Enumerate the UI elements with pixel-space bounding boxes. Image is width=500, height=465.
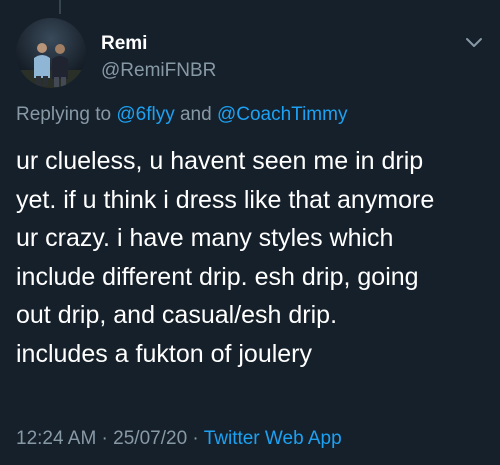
tweet-menu-button[interactable] [462,30,486,54]
tweet-text-line: ur crazy. i have many styles which [16,224,394,252]
avatar[interactable] [16,18,86,88]
tweet-text-line: yet. if u think i dress like that anymor… [16,185,435,214]
tweet-date[interactable]: 25/07/20 [113,428,187,449]
author-handle[interactable]: @RemiFNBR [101,60,216,82]
tweet-metadata: 12:24 AM · 25/07/20 · Twitter Web App [16,428,342,450]
tweet-text-line: includes a fukton of joulery [16,339,313,368]
tweet-text: ur clueless, u havent seen me in drip ye… [16,142,496,373]
tweet-source-link[interactable]: Twitter Web App [204,428,342,449]
mention-link-6flyy[interactable]: @6flyy [116,104,174,125]
meta-separator: · [96,428,114,449]
chevron-down-icon [466,38,482,47]
tweet-time[interactable]: 12:24 AM [16,428,96,449]
meta-separator: · [187,428,204,449]
tweet-text-line: include different drip. esh drip, going [16,262,419,291]
mention-link-coachtimmy[interactable]: @CoachTimmy [217,104,348,125]
replying-to-prefix: Replying to [16,104,117,125]
replying-to: Replying to @6flyy and @CoachTimmy [16,104,347,126]
thread-connector-line [59,0,61,14]
profile-photo-icon [16,18,86,88]
tweet-text-line: out drip, and casual/esh drip. [16,301,338,329]
tweet-text-line: ur clueless, u havent seen me in drip [16,147,424,175]
author-display-name[interactable]: Remi [101,33,147,55]
replying-to-connector: and [174,104,217,125]
